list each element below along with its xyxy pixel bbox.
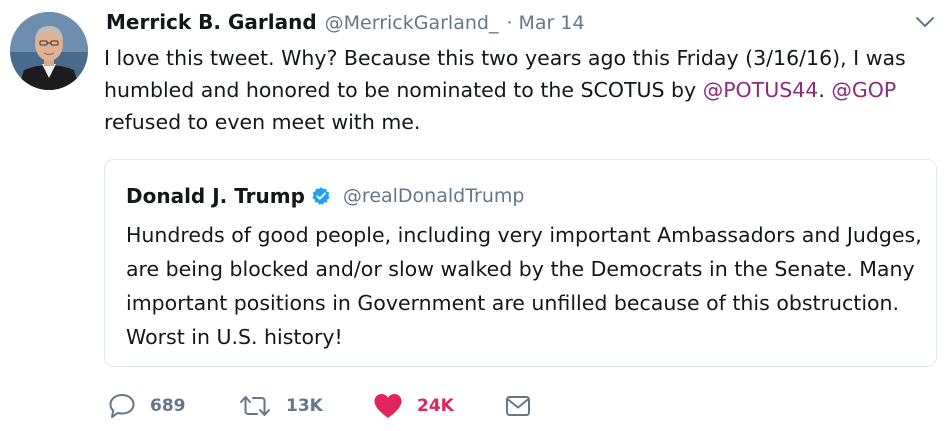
heart-icon xyxy=(374,394,402,418)
author-avatar[interactable] xyxy=(10,12,88,90)
tweet-text-part: . xyxy=(818,78,832,102)
reply-button[interactable]: 689 xyxy=(108,388,186,424)
mention-potus44[interactable]: @POTUS44 xyxy=(703,78,819,102)
reply-icon xyxy=(109,394,135,418)
author-name[interactable]: Merrick B. Garland xyxy=(106,10,317,34)
like-count: 24K xyxy=(417,396,454,416)
verified-badge-icon xyxy=(312,187,330,205)
retweet-icon xyxy=(240,396,270,416)
author-handle[interactable]: @MerrickGarland_ xyxy=(325,12,499,34)
tweet-text: I love this tweet. Why? Because this two… xyxy=(104,42,934,138)
quoted-tweet[interactable]: Donald J. Trump @realDonaldTrump Hundred… xyxy=(104,159,937,367)
tweet-menu-button[interactable] xyxy=(915,14,935,28)
mention-gop[interactable]: @GOP xyxy=(831,78,896,102)
retweet-button[interactable]: 13K xyxy=(238,388,323,424)
header-separator: · xyxy=(506,12,513,34)
quoted-tweet-header: Donald J. Trump @realDonaldTrump xyxy=(126,184,524,208)
quoted-tweet-text: Hundreds of good people, including very … xyxy=(126,223,922,349)
avatar-portrait-icon xyxy=(10,12,88,90)
envelope-icon xyxy=(506,396,530,416)
retweet-count: 13K xyxy=(286,396,323,416)
like-button[interactable]: 24K xyxy=(373,388,454,424)
direct-message-button[interactable] xyxy=(505,388,531,424)
quoted-author-handle: @realDonaldTrump xyxy=(342,185,525,207)
chevron-down-icon xyxy=(916,17,934,27)
tweet-text-part: refused to even meet with me. xyxy=(104,110,421,134)
tweet-header: Merrick B. Garland @MerrickGarland_ · Ma… xyxy=(106,10,585,40)
reply-count: 689 xyxy=(150,396,186,416)
quoted-author-name: Donald J. Trump xyxy=(126,184,305,208)
tweet-date[interactable]: Mar 14 xyxy=(519,12,585,34)
